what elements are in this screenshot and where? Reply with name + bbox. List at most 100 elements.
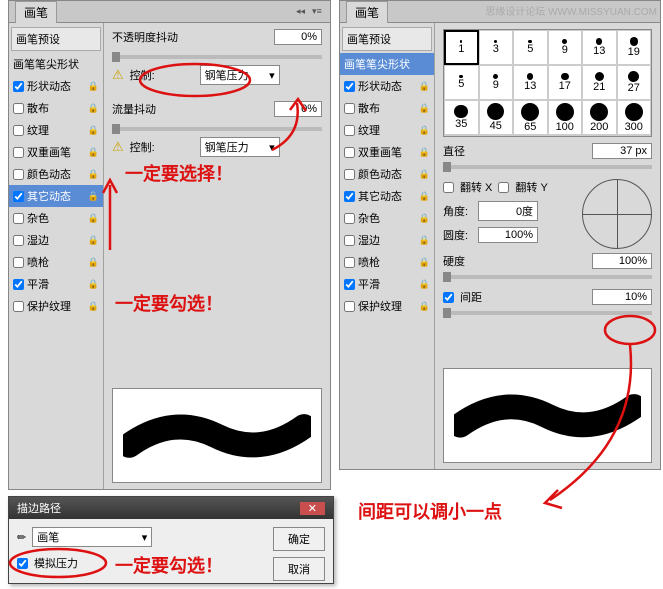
control1-dropdown[interactable]: 钢笔压力 ▾ [200,65,280,85]
sidebar-checkbox[interactable] [13,147,24,158]
flow-slider[interactable] [112,127,322,131]
sidebar-item[interactable]: 其它动态🔒 [9,185,103,207]
panel-tab[interactable]: 画笔 [346,1,388,23]
brush-cell[interactable]: 21 [582,65,617,100]
brush-cell[interactable]: 46 [582,135,617,137]
hardness-input[interactable]: 100% [592,253,652,269]
brush-cell[interactable]: 35 [444,100,479,135]
brush-cell[interactable]: 45 [479,100,514,135]
brush-cell[interactable]: 17 [548,65,583,100]
collapse-icon[interactable]: ◂◂ [296,6,308,18]
sidebar-item[interactable]: 杂色🔒 [9,207,103,229]
sidebar-checkbox[interactable] [344,103,355,114]
spacing-checkbox[interactable] [443,292,454,303]
sidebar-checkbox[interactable] [13,213,24,224]
sidebar-checkbox[interactable] [13,235,24,246]
sidebar-item[interactable]: 平滑🔒 [340,273,434,295]
menu-icon[interactable]: ▾≡ [312,6,324,18]
sidebar-checkbox[interactable] [13,279,24,290]
sidebar-item[interactable]: 双重画笔🔒 [340,141,434,163]
brush-cell[interactable]: 27 [617,65,652,100]
brush-cell[interactable]: 300 [617,100,652,135]
brush-cell[interactable]: 100 [548,100,583,135]
sidebar-checkbox[interactable] [344,257,355,268]
brush-cell[interactable]: 9 [479,65,514,100]
brush-cell[interactable]: 13 [582,30,617,65]
sidebar-item[interactable]: 散布🔒 [9,97,103,119]
sidebar-checkbox[interactable] [344,125,355,136]
opacity-jitter-input[interactable]: 0% [274,29,322,45]
sidebar-item[interactable]: 湿边🔒 [9,229,103,251]
diameter-slider[interactable] [443,165,652,169]
brush-cell[interactable]: 65 [513,100,548,135]
diameter-input[interactable]: 37 px [592,143,652,159]
brush-cell[interactable]: 39 [548,135,583,137]
sidebar-checkbox[interactable] [13,257,24,268]
sidebar-item[interactable]: 双重画笔🔒 [9,141,103,163]
sidebar-item[interactable]: 保护纹理🔒 [9,295,103,317]
brush-cell[interactable]: 24 [479,135,514,137]
sidebar-item[interactable]: 形状动态🔒 [340,75,434,97]
angle-widget[interactable] [582,179,652,249]
close-button[interactable]: ✕ [300,502,325,515]
panel-tab[interactable]: 画笔 [15,1,57,23]
flow-jitter-input[interactable]: 0% [274,101,322,117]
sidebar-checkbox[interactable] [13,103,24,114]
brush-cell[interactable]: 200 [582,100,617,135]
sidebar-item[interactable]: 形状动态🔒 [9,75,103,97]
sidebar-item[interactable]: 纹理🔒 [340,119,434,141]
sidebar-checkbox[interactable] [344,169,355,180]
flipy-checkbox[interactable] [498,182,509,193]
sidebar-checkbox[interactable] [13,125,24,136]
sidebar-checkbox[interactable] [344,279,355,290]
sidebar-item[interactable]: 纹理🔒 [9,119,103,141]
sidebar-tip-shape[interactable]: 画笔笔尖形状 [9,53,103,75]
spacing-slider[interactable] [443,311,652,315]
sidebar-checkbox[interactable] [13,191,24,202]
sidebar-checkbox[interactable] [344,191,355,202]
sidebar-checkbox[interactable] [13,169,24,180]
simulate-pressure-checkbox[interactable] [17,558,28,569]
brush-cell[interactable]: 5 [444,65,479,100]
sidebar-checkbox[interactable] [13,301,24,312]
sidebar-item[interactable]: 喷枪🔒 [340,251,434,273]
sidebar-checkbox[interactable] [344,147,355,158]
sidebar-checkbox[interactable] [13,81,24,92]
hardness-slider[interactable] [443,275,652,279]
sidebar-checkbox[interactable] [344,81,355,92]
brush-cell[interactable]: 27 [513,135,548,137]
brush-cell[interactable]: 59 [617,135,652,137]
dialog-title-bar[interactable]: 描边路径 ✕ [9,497,333,519]
sidebar-item[interactable]: 保护纹理🔒 [340,295,434,317]
control2-dropdown[interactable]: 钢笔压力 ▾ [200,137,280,157]
angle-input[interactable]: 0度 [478,201,538,221]
roundness-input[interactable]: 100% [478,227,538,243]
sidebar-checkbox[interactable] [344,235,355,246]
brush-cell[interactable]: 13 [513,65,548,100]
sidebar-checkbox[interactable] [344,213,355,224]
brush-cell[interactable]: 19 [617,30,652,65]
cancel-button[interactable]: 取消 [273,557,325,581]
sidebar-tip-shape[interactable]: 画笔笔尖形状 [340,53,434,75]
tool-dropdown[interactable]: 画笔 ▾ [32,527,152,547]
brush-cell[interactable]: 9 [548,30,583,65]
sidebar-item[interactable]: 平滑🔒 [9,273,103,295]
sidebar-item[interactable]: 散布🔒 [340,97,434,119]
brush-cell[interactable]: 5 [513,30,548,65]
sidebar-item[interactable]: 其它动态🔒 [340,185,434,207]
sidebar-item[interactable]: 颜色动态🔒 [9,163,103,185]
opacity-slider[interactable] [112,55,322,59]
ok-button[interactable]: 确定 [273,527,325,551]
brush-cell[interactable]: 14 [444,135,479,137]
sidebar-checkbox[interactable] [344,301,355,312]
brush-cell[interactable]: 1 [444,30,479,65]
flipx-checkbox[interactable] [443,182,454,193]
sidebar-item[interactable]: 湿边🔒 [340,229,434,251]
brush-cell[interactable]: 3 [479,30,514,65]
sidebar-item[interactable]: 杂色🔒 [340,207,434,229]
sidebar-preset[interactable]: 画笔预设 [11,27,101,51]
spacing-input[interactable]: 10% [592,289,652,305]
sidebar-preset[interactable]: 画笔预设 [342,27,432,51]
sidebar-item[interactable]: 喷枪🔒 [9,251,103,273]
sidebar-item[interactable]: 颜色动态🔒 [340,163,434,185]
